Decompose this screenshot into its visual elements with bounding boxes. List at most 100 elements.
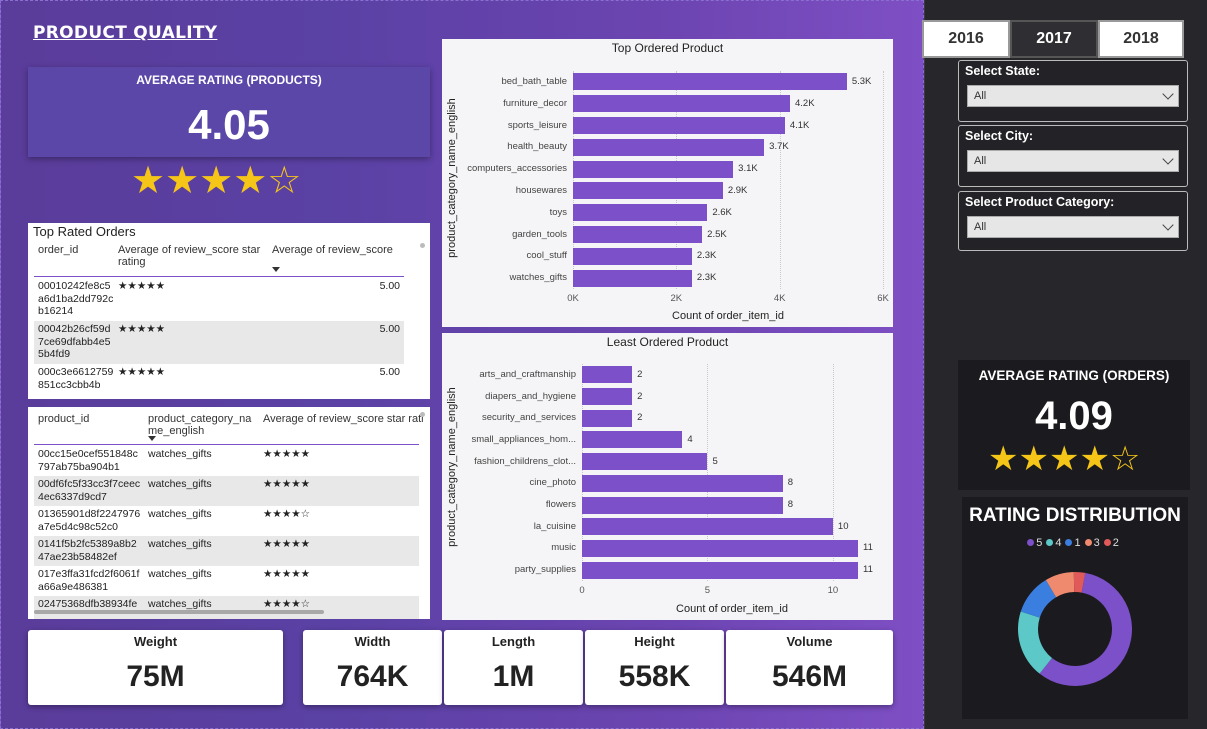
table-row[interactable]: 0141f5b2fc5389a8b247ae23b58482ef watches… bbox=[34, 536, 419, 566]
bar[interactable] bbox=[582, 561, 858, 579]
bar[interactable] bbox=[582, 496, 783, 514]
table-row[interactable]: 000c3e6612759851cc3cbb4b ★★★★★ 5.00 bbox=[34, 364, 404, 396]
main-canvas: PRODUCT QUALITY AVERAGE RATING (PRODUCTS… bbox=[0, 0, 924, 729]
column-header-review-score[interactable]: Average of review_score bbox=[272, 244, 412, 256]
table-row[interactable]: 00df6fc5f33cc3f7ceec4ec6337d9cd7 watches… bbox=[34, 476, 419, 506]
bar[interactable] bbox=[582, 366, 633, 384]
table-row[interactable]: 00010242fe8c5a6d1ba2dd792cb16214 ★★★★★ 5… bbox=[34, 278, 404, 321]
chevron-down-icon bbox=[1162, 219, 1174, 231]
data-label: 2 bbox=[637, 368, 643, 380]
bar[interactable] bbox=[582, 453, 708, 471]
year-button-2017[interactable]: 2017 bbox=[1010, 20, 1098, 58]
bar[interactable] bbox=[582, 474, 783, 492]
sort-desc-icon bbox=[272, 267, 280, 272]
state-select[interactable]: All bbox=[967, 85, 1179, 107]
legend-item[interactable]: 2 bbox=[1103, 537, 1119, 549]
review-score-cell: 5.00 bbox=[379, 280, 400, 292]
rating-donut-chart bbox=[1018, 572, 1132, 686]
bar[interactable] bbox=[573, 116, 785, 134]
vertical-scrollbar[interactable] bbox=[420, 412, 425, 417]
avg-rating-products-stars: ★★★★☆ bbox=[131, 158, 302, 202]
product-id-cell: 017e3ffa31fcd2f6061fa66a9e486381 bbox=[38, 568, 140, 593]
product-id-cell: 00df6fc5f33cc3f7ceec4ec6337d9cd7 bbox=[38, 478, 141, 503]
star-rating-cell: ★★★★★ bbox=[263, 448, 311, 460]
legend-item[interactable]: 4 bbox=[1046, 537, 1061, 549]
filter-label: Select Product Category: bbox=[965, 195, 1115, 209]
data-label: 5.3K bbox=[851, 75, 872, 87]
bar[interactable] bbox=[573, 73, 847, 91]
star-rating-cell: ★★★★★ bbox=[118, 323, 166, 335]
review-score-cell: 5.00 bbox=[379, 366, 400, 378]
city-select[interactable]: All bbox=[967, 150, 1179, 172]
data-label: 11 bbox=[863, 542, 873, 554]
year-button-2018[interactable]: 2018 bbox=[1098, 20, 1184, 58]
data-label: 5 bbox=[712, 455, 718, 467]
data-label: 2.3K bbox=[696, 250, 717, 262]
filter-city: Select City: All bbox=[958, 125, 1188, 187]
avg-rating-orders-card: AVERAGE RATING (ORDERS) 4.09 ★★★★☆ bbox=[958, 360, 1190, 490]
kpi-card-length: Length 1M bbox=[444, 630, 583, 705]
legend-item[interactable]: 1 bbox=[1065, 537, 1081, 549]
x-tick-label: 6K bbox=[877, 293, 889, 304]
legend-item[interactable]: 3 bbox=[1084, 537, 1100, 549]
chevron-down-icon bbox=[1162, 153, 1174, 165]
data-label: 4.1K bbox=[789, 119, 810, 131]
category-cell: watches_gifts bbox=[148, 598, 212, 610]
chart-legend: 5 4132 bbox=[962, 537, 1188, 549]
table-row[interactable]: 017e3ffa31fcd2f6061fa66a9e486381 watches… bbox=[34, 566, 419, 596]
table-row[interactable]: 00cc15e0cef551848c797ab75ba904b1 watches… bbox=[34, 446, 419, 476]
product-id-cell: 00cc15e0cef551848c797ab75ba904b1 bbox=[38, 448, 138, 473]
kpi-value: 546M bbox=[771, 660, 848, 693]
product-category-select[interactable]: All bbox=[967, 216, 1179, 238]
x-tick-label: 10 bbox=[827, 585, 839, 596]
bar[interactable] bbox=[573, 225, 703, 243]
bar[interactable] bbox=[573, 160, 734, 178]
y-tick-label: fashion_childrens_clot... bbox=[474, 455, 576, 467]
data-label: 3.7K bbox=[769, 141, 789, 153]
bar[interactable] bbox=[573, 138, 765, 156]
sort-desc-icon bbox=[148, 436, 156, 441]
legend-label: 4 bbox=[1055, 537, 1062, 549]
legend-item[interactable]: 5 bbox=[1027, 537, 1042, 549]
bar[interactable] bbox=[582, 539, 858, 557]
avg-rating-orders-stars: ★★★★☆ bbox=[988, 439, 1141, 479]
donut-slice[interactable] bbox=[1018, 611, 1053, 674]
column-header-star-rating[interactable]: Average of review_score star ratir bbox=[263, 413, 423, 425]
avg-rating-orders-value: 4.09 bbox=[1035, 394, 1113, 438]
y-axis-label: product_category_name_english bbox=[446, 387, 458, 547]
chart-plot-area: 0K 2K 4K 6K bed_bath_table 5.3K furniture_deco… bbox=[442, 39, 893, 327]
filter-state: Select State: All bbox=[958, 60, 1188, 122]
y-tick-label: party_supplies bbox=[514, 564, 576, 576]
x-tick-label: 5 bbox=[704, 585, 711, 596]
bar[interactable] bbox=[573, 182, 723, 200]
filter-product-category: Select Product Category: All bbox=[958, 191, 1188, 251]
header-divider bbox=[34, 444, 419, 445]
column-header-product-id[interactable]: product_id bbox=[38, 413, 138, 425]
data-label: 2.3K bbox=[696, 272, 717, 284]
bar[interactable] bbox=[582, 409, 633, 427]
kpi-value: 75M bbox=[126, 660, 185, 693]
bar[interactable] bbox=[573, 204, 708, 222]
bar[interactable] bbox=[582, 431, 683, 449]
bar[interactable] bbox=[573, 247, 692, 265]
bar[interactable] bbox=[573, 269, 692, 287]
kpi-label: Width bbox=[354, 634, 391, 649]
y-tick-label: housewares bbox=[515, 184, 567, 196]
column-header-category[interactable]: product_category_name_english bbox=[148, 413, 253, 437]
category-cell: watches_gifts bbox=[148, 568, 212, 580]
vertical-scrollbar[interactable] bbox=[420, 243, 425, 248]
bar[interactable] bbox=[582, 518, 833, 536]
bar[interactable] bbox=[582, 388, 633, 405]
filter-label: Select City: bbox=[965, 129, 1034, 143]
column-header-star-rating[interactable]: Average of review_score star rating bbox=[118, 244, 268, 268]
top-rated-orders-title: Top Rated Orders bbox=[33, 224, 136, 239]
category-cell: watches_gifts bbox=[148, 448, 212, 460]
table-row[interactable]: 02475368dfb38934fe watches_gifts ★★★★☆ bbox=[34, 596, 419, 619]
year-button-2016[interactable]: 2016 bbox=[922, 20, 1010, 58]
column-header-order-id[interactable]: order_id bbox=[38, 244, 118, 256]
bar[interactable] bbox=[573, 95, 790, 113]
table-row[interactable]: 01365901d8f2247976a7e5d4c98c52c0 watches… bbox=[34, 506, 419, 536]
data-label: 4 bbox=[687, 433, 693, 445]
horizontal-scrollbar[interactable] bbox=[34, 610, 324, 614]
table-row[interactable]: 00042b26cf59d7ce69dfabb4e55b4fd9 ★★★★★ 5… bbox=[34, 321, 404, 364]
